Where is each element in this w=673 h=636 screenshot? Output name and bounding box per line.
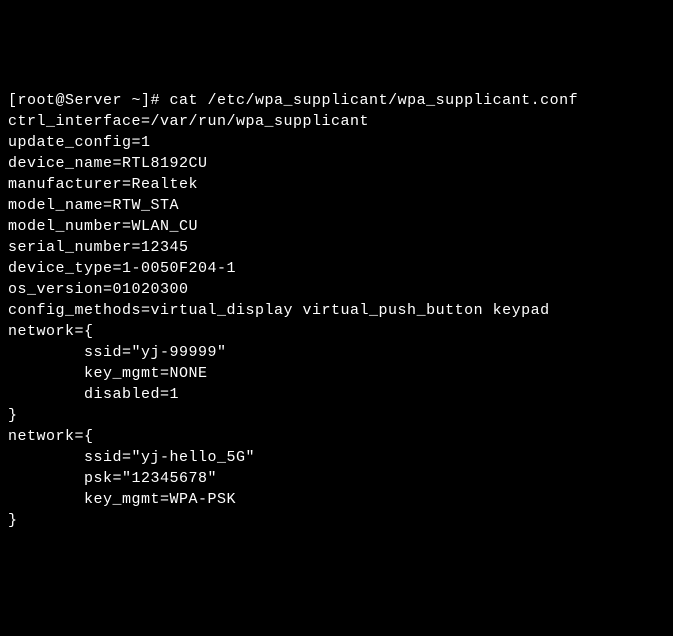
config-line-update-config: update_config=1 <box>8 132 665 153</box>
config-line-model-name: model_name=RTW_STA <box>8 195 665 216</box>
network-block-close: } <box>8 405 665 426</box>
config-line-model-number: model_number=WLAN_CU <box>8 216 665 237</box>
command-text: cat /etc/wpa_supplicant/wpa_supplicant.c… <box>170 92 579 109</box>
network-ssid: ssid="yj-99999" <box>8 342 665 363</box>
command-line: [root@Server ~]# cat /etc/wpa_supplicant… <box>8 90 665 111</box>
config-line-serial-number: serial_number=12345 <box>8 237 665 258</box>
config-line-os-version: os_version=01020300 <box>8 279 665 300</box>
terminal-output[interactable]: [root@Server ~]# cat /etc/wpa_supplicant… <box>8 90 665 531</box>
network-disabled: disabled=1 <box>8 384 665 405</box>
shell-prompt: [root@Server ~]# <box>8 92 170 109</box>
network-key-mgmt: key_mgmt=NONE <box>8 363 665 384</box>
network-block-close: } <box>8 510 665 531</box>
config-line-config-methods: config_methods=virtual_display virtual_p… <box>8 300 665 321</box>
network-ssid: ssid="yj-hello_5G" <box>8 447 665 468</box>
config-line-ctrl-interface: ctrl_interface=/var/run/wpa_supplicant <box>8 111 665 132</box>
config-line-device-type: device_type=1-0050F204-1 <box>8 258 665 279</box>
network-block-open: network={ <box>8 321 665 342</box>
network-block-open: network={ <box>8 426 665 447</box>
config-line-manufacturer: manufacturer=Realtek <box>8 174 665 195</box>
network-psk: psk="12345678" <box>8 468 665 489</box>
config-line-device-name: device_name=RTL8192CU <box>8 153 665 174</box>
